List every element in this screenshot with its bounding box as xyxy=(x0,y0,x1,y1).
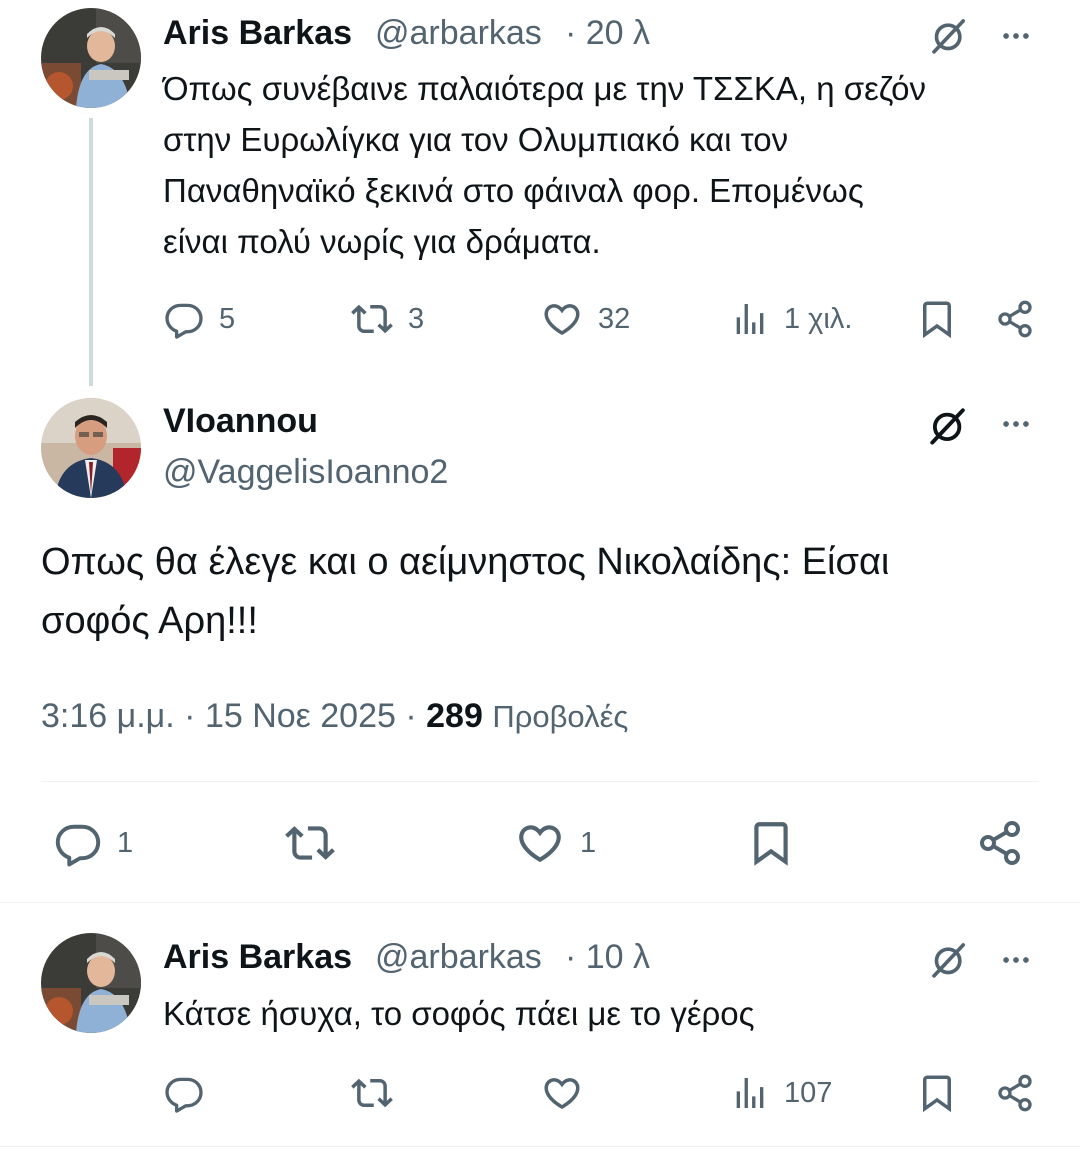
tweet-meta: 3:16 μ.μ. · 15 Νοε 2025 · 289 Προβολές xyxy=(41,697,629,735)
grok-icon[interactable] xyxy=(927,940,971,980)
tweet-author-name[interactable]: VIoannou xyxy=(163,402,318,441)
divider xyxy=(0,1146,1080,1147)
tweet-author-handle[interactable]: @arbarkas xyxy=(375,14,542,53)
tweet-time[interactable]: · 10 λ xyxy=(565,938,650,977)
views-button[interactable]: 107 xyxy=(730,1072,832,1114)
heart-icon xyxy=(514,818,566,868)
bookmark-icon[interactable] xyxy=(746,816,796,870)
retweet-count: 3 xyxy=(408,302,425,335)
reply-button[interactable] xyxy=(163,1072,205,1114)
tweet-text-line: Παναθηναϊκό ξεκινά στο φάιναλ φορ. Επομέ… xyxy=(163,172,864,209)
tweet-text-line: Οπως θα έλεγε και ο αείμνηστος Νικολαίδη… xyxy=(41,541,890,583)
grok-icon[interactable] xyxy=(927,16,971,56)
like-button[interactable]: 1 xyxy=(514,818,596,868)
reply-icon xyxy=(163,298,205,340)
like-button[interactable]: 32 xyxy=(540,298,630,340)
grok-icon[interactable] xyxy=(925,404,971,448)
reply-count: 5 xyxy=(219,302,236,335)
reply-icon xyxy=(163,1072,205,1114)
tweet-text-line: Όπως συνέβαινε παλαιότερα με την ΤΣΣΚΑ, … xyxy=(163,70,926,107)
like-count: 32 xyxy=(598,302,631,335)
tweet-text: Όπως συνέβαινε παλαιότερα με την ΤΣΣΚΑ, … xyxy=(163,63,1043,267)
bookmark-icon[interactable] xyxy=(915,1070,959,1116)
avatar-image xyxy=(41,398,141,498)
bookmark-icon[interactable] xyxy=(915,296,959,342)
tweet-text-line: σοφός Αρη!!! xyxy=(41,600,258,642)
more-horizontal-icon[interactable] xyxy=(996,404,1036,444)
reply-count: 1 xyxy=(117,826,134,859)
share-icon[interactable] xyxy=(974,816,1026,870)
views-icon xyxy=(730,1072,770,1114)
retweet-icon[interactable] xyxy=(282,818,338,868)
divider xyxy=(0,902,1080,903)
avatar[interactable] xyxy=(41,398,141,498)
tweet-text-line: είναι πολύ νωρίς για δράματα. xyxy=(163,223,601,260)
retweet-icon xyxy=(350,298,394,340)
reply-button[interactable]: 5 xyxy=(163,298,235,340)
heart-icon xyxy=(540,298,584,340)
avatar-image xyxy=(41,933,141,1033)
tweet-author-handle[interactable]: @arbarkas xyxy=(375,938,542,977)
share-icon[interactable] xyxy=(993,1070,1037,1116)
main-tweet-text: Οπως θα έλεγε και ο αείμνηστος Νικολαίδη… xyxy=(41,533,1041,651)
views-icon xyxy=(730,298,770,340)
reply-button[interactable]: 1 xyxy=(53,818,133,868)
share-icon[interactable] xyxy=(993,296,1037,342)
thread-connector xyxy=(89,118,93,386)
tweet-time[interactable]: · 20 λ xyxy=(565,14,650,53)
tweet-date[interactable]: 15 Νοε 2025 xyxy=(205,697,396,735)
avatar-image xyxy=(41,8,141,108)
views-label: Προβολές xyxy=(492,699,629,734)
avatar[interactable] xyxy=(41,933,141,1033)
more-horizontal-icon[interactable] xyxy=(996,16,1036,56)
retweet-icon xyxy=(350,1072,394,1114)
tweet-text-line: Κάτσε ήσυχα, το σοφός πάει με το γέρος xyxy=(163,995,755,1032)
tweet-text: Κάτσε ήσυχα, το σοφός πάει με το γέρος xyxy=(163,988,1043,1039)
tweet-author-name[interactable]: Aris Barkas xyxy=(163,14,352,53)
views-count: 1 χιλ. xyxy=(784,302,853,335)
retweet-button[interactable]: 3 xyxy=(350,298,424,340)
more-horizontal-icon[interactable] xyxy=(996,940,1036,980)
divider xyxy=(41,781,1039,782)
like-count: 1 xyxy=(580,826,597,859)
reply-icon xyxy=(53,818,103,868)
tweet-author-name[interactable]: Aris Barkas xyxy=(163,938,352,977)
retweet-button[interactable] xyxy=(350,1072,394,1114)
tweet-text-line: στην Ευρωλίγκα για τον Ολυμπιακό και τον xyxy=(163,121,789,158)
views-count: 107 xyxy=(784,1076,833,1109)
tweet-author-handle[interactable]: @VaggelisIoanno2 xyxy=(163,453,448,492)
views-button[interactable]: 1 χιλ. xyxy=(730,298,852,340)
avatar[interactable] xyxy=(41,8,141,108)
like-button[interactable] xyxy=(540,1072,584,1114)
views-count: 289 xyxy=(426,697,483,735)
tweet-timestamp[interactable]: 3:16 μ.μ. xyxy=(41,697,175,735)
heart-icon xyxy=(540,1072,584,1114)
